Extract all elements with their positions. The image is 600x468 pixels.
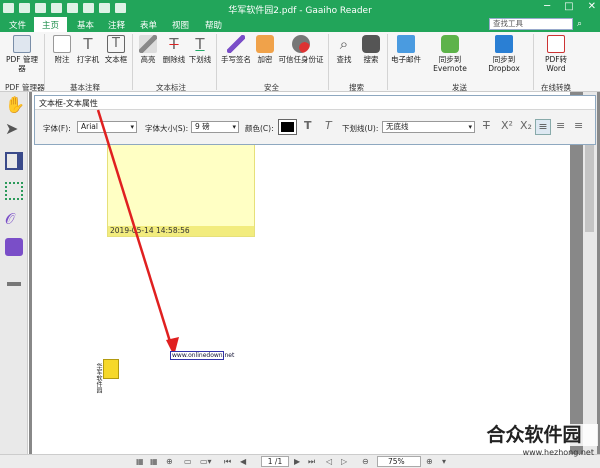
single-page-icon[interactable]: ▦ (136, 457, 144, 466)
watermark-url: www.hezhong.net (522, 448, 594, 457)
fit-page-icon[interactable]: ⊕ (166, 457, 173, 466)
fit-width-icon[interactable]: ▭ (184, 457, 192, 466)
watermark-text: 合众软件园 (470, 424, 598, 446)
two-page-icon[interactable]: ▦ (150, 457, 158, 466)
first-page-icon[interactable]: ⏮ (224, 457, 231, 467)
prev-page-icon[interactable]: ◀ (240, 457, 246, 466)
page-number-input[interactable]: 1 /1 (261, 456, 289, 467)
zoom-in-icon[interactable]: ⊕ (426, 457, 433, 466)
last-page-icon[interactable]: ⏭ (308, 457, 315, 467)
back-icon[interactable]: ◁ (326, 457, 332, 466)
view-mode-icon[interactable]: ▭▾ (200, 457, 212, 466)
forward-icon[interactable]: ▷ (341, 457, 347, 466)
next-page-icon[interactable]: ▶ (294, 457, 300, 466)
zoom-dropdown-icon[interactable]: ▾ (442, 457, 446, 466)
attachment-label: 华军软件园 (95, 363, 102, 393)
zoom-out-icon[interactable]: ⊖ (362, 457, 369, 466)
zoom-select[interactable]: 75% (377, 456, 421, 467)
arrow-annotation[interactable] (0, 0, 600, 468)
attachment-icon[interactable] (103, 359, 119, 379)
arrow-line (96, 109, 174, 349)
textbox-annotation[interactable]: www.onlinedown.net (170, 351, 234, 360)
